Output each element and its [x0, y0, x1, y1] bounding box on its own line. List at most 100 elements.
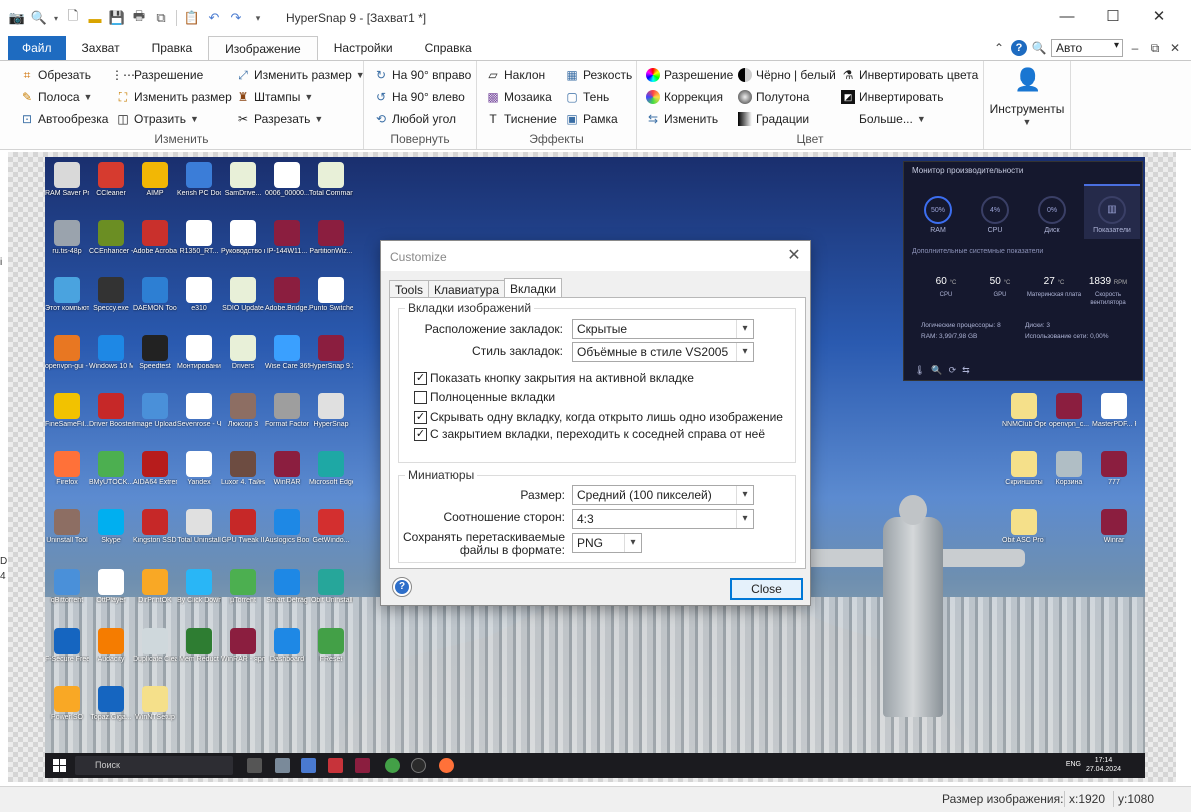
rotate-right-button[interactable]: ↻ На 90° вправо: [374, 65, 471, 85]
rotate-left-button[interactable]: ↺ На 90° влево: [374, 87, 465, 107]
dialog-close-icon[interactable]: ✕: [784, 246, 804, 266]
change-button[interactable]: ⇆ Изменить: [646, 109, 718, 129]
tab-image[interactable]: Изображение: [208, 36, 318, 60]
desktop-icon-image: [142, 220, 168, 246]
checkbox-box[interactable]: [414, 390, 427, 404]
halftone-icon: [738, 90, 752, 104]
search-icon[interactable]: 🔍: [1031, 41, 1047, 55]
thumb-format-select[interactable]: PNG ▾: [572, 533, 642, 553]
color-resolution-button[interactable]: Разрешение: [646, 65, 733, 85]
frame-button[interactable]: ▣ Рамка: [565, 109, 617, 129]
taskbar-clock: 17:14 27.04.2024: [1086, 756, 1121, 774]
mirror-button[interactable]: ◫ Отразить ▼: [116, 109, 199, 129]
desktop-icon: openvpn-gui - ярлык: [45, 335, 89, 371]
mirror-icon: ◫: [117, 112, 129, 126]
desktop-icon: Sevenrose - Черная с...: [177, 393, 221, 429]
checkbox-box[interactable]: ✓: [414, 410, 427, 424]
shadow-button[interactable]: ▢ Тень: [565, 87, 609, 107]
tab-file[interactable]: Файл: [8, 36, 66, 60]
clipboard-icon[interactable]: 📋: [183, 9, 201, 27]
checkbox-full-tabs[interactable]: Полноценные вкладки: [414, 390, 555, 404]
desktop-icon: Adobe Acrobat: [133, 220, 177, 256]
tilt-button[interactable]: ▱ Наклон: [486, 65, 545, 85]
thumb-size-select[interactable]: Средний (100 пикселей) ▾: [572, 485, 754, 505]
minimize-button[interactable]: —: [1044, 0, 1090, 32]
collapse-ribbon-icon[interactable]: ⌃: [991, 41, 1007, 55]
bw-button[interactable]: Чёрно | белый: [738, 65, 836, 85]
desktop-icon-label: qBittorrent: [50, 597, 84, 604]
desktop-icon-label: WinRAR: [273, 479, 301, 486]
resize-menu-button[interactable]: ⤢ Изменить размер ▼: [236, 65, 365, 85]
desktop-icon-image: [318, 220, 344, 246]
invert-colors-button[interactable]: ⚗ Инвертировать цвета: [841, 65, 979, 85]
desktop-icon: Монтирование: [177, 335, 221, 371]
tab-settings[interactable]: Настройки: [318, 36, 409, 60]
resize-button[interactable]: ⛶ Изменить размер: [116, 87, 232, 107]
checkbox-box[interactable]: ✓: [414, 371, 427, 385]
save-icon[interactable]: 💾: [108, 9, 126, 27]
desktop-icon: IObit Uninstaller: [309, 569, 353, 605]
checkbox-show-close[interactable]: ✓ Показать кнопку закрытия на активной вк…: [414, 371, 694, 385]
desktop-icon-image: [54, 277, 80, 303]
maximize-button[interactable]: ☐: [1090, 0, 1136, 32]
desktop-icon: µTorrent: [221, 569, 265, 605]
autocrop-button[interactable]: ⊡ Автообрезка: [20, 109, 109, 129]
print-icon[interactable]: 🖶: [130, 8, 148, 27]
tab-edit[interactable]: Правка: [136, 36, 209, 60]
close-button[interactable]: ✕: [1136, 0, 1182, 32]
chevron-down-icon: ▾: [736, 343, 753, 361]
open-folder-icon[interactable]: ▬: [86, 9, 104, 27]
chevron-down-icon[interactable]: ▾: [52, 9, 60, 27]
gradations-button[interactable]: Градации: [738, 109, 809, 129]
stat-mb-label: Материнская плата: [1026, 292, 1082, 298]
crop-button[interactable]: ⌗ Обрезать: [20, 65, 91, 85]
desktop-icon-image: [274, 335, 300, 361]
desktop-icon-label: HyperSnap: [313, 421, 349, 428]
stamps-button[interactable]: ♜ Штампы ▼: [236, 87, 314, 107]
emboss-button[interactable]: T Тиснение: [486, 109, 556, 129]
mosaic-button[interactable]: ▩ Мозаика: [486, 87, 551, 107]
app-camera-icon[interactable]: 📷: [8, 9, 26, 27]
halftone-button[interactable]: Полутона: [738, 87, 809, 107]
tab-style-select[interactable]: Объёмные в стиле VS2005 ▾: [572, 342, 754, 362]
thumb-size-label: Размер:: [520, 488, 565, 502]
perf-toolbar-icons: 🌡🔍⟳⇆: [914, 365, 976, 375]
stripe-button[interactable]: ✎ Полоса ▼: [20, 87, 92, 107]
correction-button[interactable]: Коррекция: [646, 87, 723, 107]
desktop-icon: Total Commander: [309, 162, 353, 198]
undo-icon[interactable]: ↶: [205, 9, 223, 27]
tab-help[interactable]: Справка: [409, 36, 488, 60]
mirror-label: Отразить: [134, 112, 186, 126]
dialog-tab-tabs[interactable]: Вкладки: [504, 278, 563, 299]
mdi-minimize-icon[interactable]: –: [1127, 41, 1143, 55]
zoom-combo[interactable]: Авто: [1051, 39, 1123, 57]
group-tools[interactable]: 👤 Инструменты ▼: [984, 61, 1071, 149]
customize-qat-icon[interactable]: ▾: [249, 9, 267, 27]
close-dialog-button[interactable]: Close: [730, 578, 803, 600]
checkbox-hide-single[interactable]: ✓ Скрывать одну вкладку, когда открыто ли…: [414, 410, 783, 424]
copy-icon[interactable]: ⧉: [152, 9, 170, 27]
captured-taskbar: Поиск ENG 17:14 27.04.2024: [45, 753, 1145, 778]
redo-icon[interactable]: ↷: [227, 9, 245, 27]
resolution-button[interactable]: ⋮⋯ Разрешение: [111, 65, 203, 85]
desktop-icon-label: Topaz.Giga...: [90, 714, 132, 721]
mdi-close-icon[interactable]: ✕: [1167, 41, 1183, 55]
more-button[interactable]: Больше... ▼: [859, 109, 926, 129]
tab-position-select[interactable]: Скрытые ▾: [572, 319, 754, 339]
new-file-icon[interactable]: 🗋: [64, 8, 82, 27]
invert-button[interactable]: ◩ Инвертировать: [841, 87, 944, 107]
checkbox-go-right[interactable]: ✓ С закрытием вкладки, переходить к сосед…: [414, 427, 765, 441]
crop-icon: ⌗: [23, 68, 31, 82]
help-icon[interactable]: ?: [1011, 40, 1027, 56]
zoom-icon[interactable]: 🔍: [30, 9, 48, 27]
cut-button[interactable]: ✂ Разрезать ▼: [236, 109, 323, 129]
group-color-label: Цвет: [796, 132, 824, 146]
any-angle-button[interactable]: ⟲ Любой угол: [374, 109, 456, 129]
checkbox-box[interactable]: ✓: [414, 427, 427, 441]
thumb-ratio-select[interactable]: 4:3 ▾: [572, 509, 754, 529]
gauge-ram-value: 50%: [930, 206, 945, 214]
tab-capture[interactable]: Захват: [66, 36, 136, 60]
mdi-restore-icon[interactable]: ⧉: [1147, 41, 1163, 56]
dialog-help-button[interactable]: ?: [392, 577, 412, 597]
sharpness-button[interactable]: ▦ Резкость: [565, 65, 632, 85]
